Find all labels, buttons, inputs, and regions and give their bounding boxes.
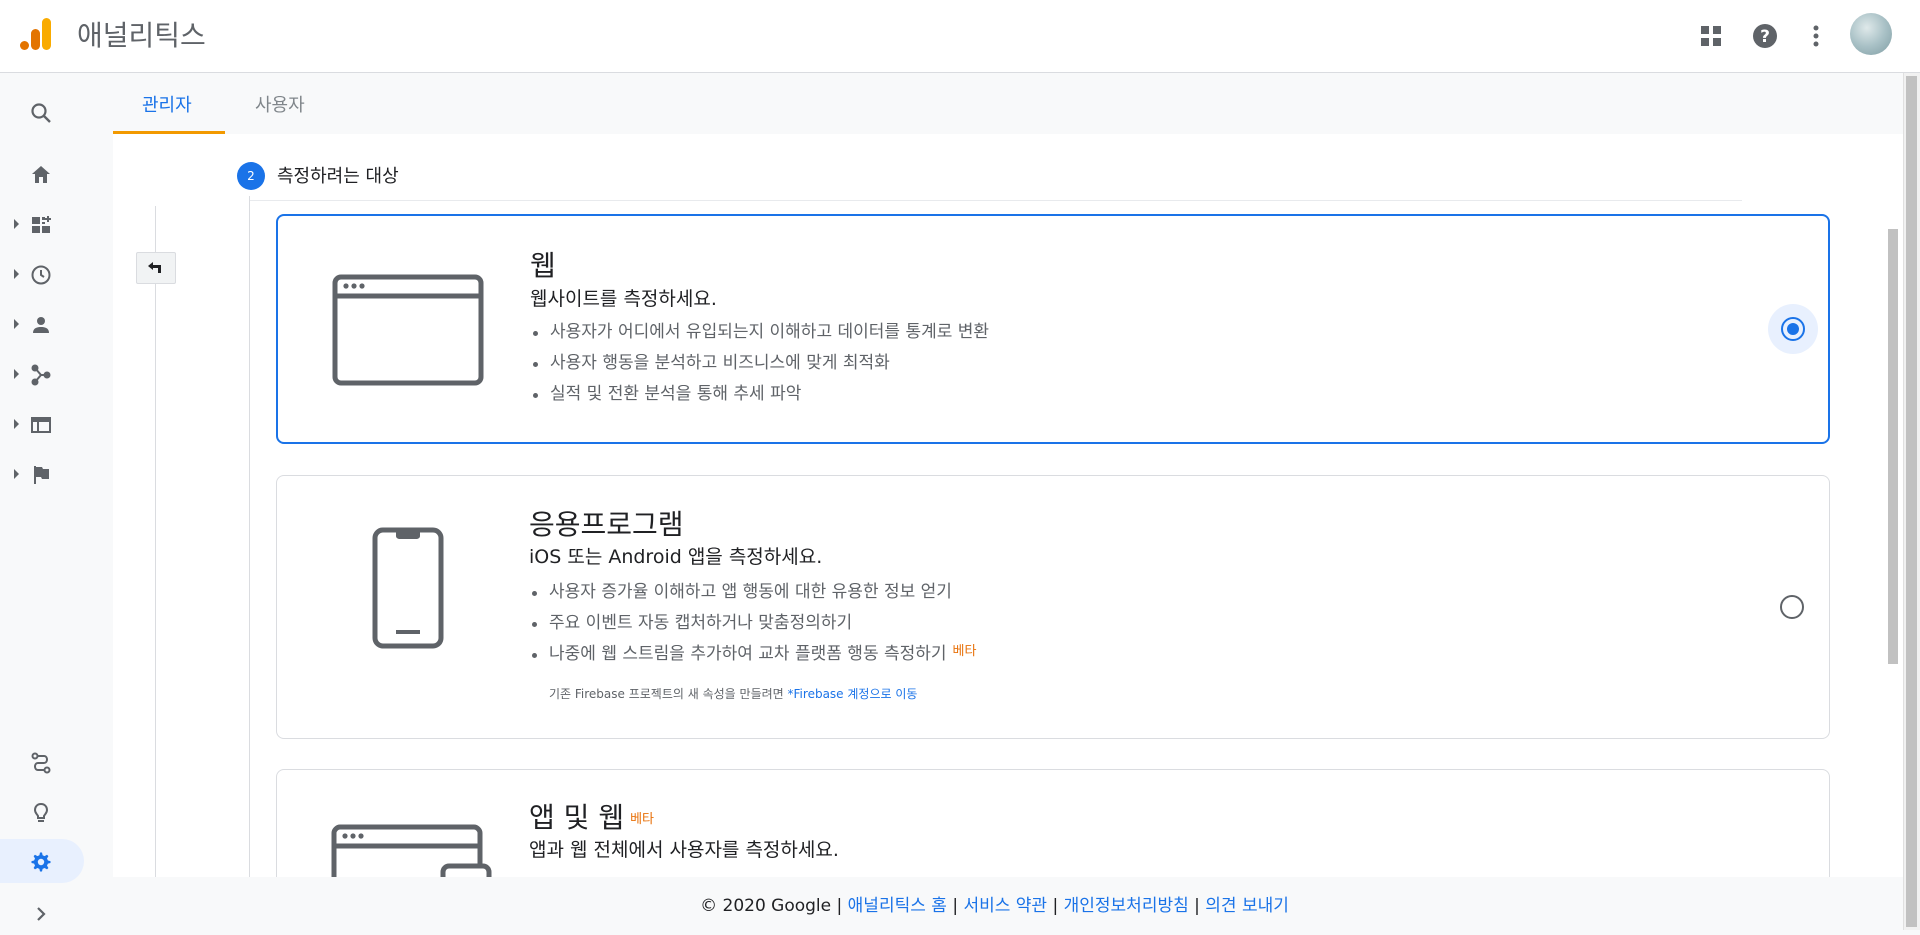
sidebar-item-conversions[interactable] <box>0 452 84 496</box>
tab-admin[interactable]: 관리자 <box>142 91 192 117</box>
footer-link-analytics-home[interactable]: 애널리틱스 홈 <box>848 896 947 916</box>
sidebar-item-discover[interactable] <box>0 790 84 834</box>
list-item: 사용자 증가율 이해하고 앱 행동에 대한 유용한 정보 얻기 <box>529 577 976 608</box>
apps-grid-icon[interactable] <box>1695 20 1727 52</box>
step-title: 측정하려는 대상 <box>277 166 399 187</box>
attribution-icon <box>31 752 51 774</box>
avatar[interactable] <box>1850 13 1892 55</box>
footer-link-feedback[interactable]: 의견 보내기 <box>1205 896 1289 916</box>
top-app-bar: 애널리틱스 ? <box>0 0 1920 73</box>
analytics-logo-icon[interactable] <box>18 16 54 52</box>
footer-separator: | <box>1194 896 1200 916</box>
list-item: 나중에 웹 스트림을 추가하여 교차 플랫폼 행동 측정하기 베타 <box>529 639 976 670</box>
radio-web[interactable] <box>1781 317 1805 341</box>
copyright-text: © 2020 Google <box>700 896 832 916</box>
expand-arrow-icon <box>14 369 19 379</box>
list-item: 주요 이벤트 자동 캡처하거나 맞춤정의하기 <box>529 608 976 639</box>
footer-separator: | <box>836 896 843 916</box>
back-button[interactable] <box>136 252 176 284</box>
footer: © 2020 Google | 애널리틱스 홈 | 서비스 약관 | 개인정보처… <box>84 877 1905 930</box>
list-item: 사용자가 어디에서 유입되는지 이해하고 데이터를 통계로 변환 <box>530 317 989 348</box>
option-bullets: 사용자 증가율 이해하고 앱 행동에 대한 유용한 정보 얻기 주요 이벤트 자… <box>529 577 976 670</box>
behavior-icon <box>31 417 51 433</box>
page-scrollbar-thumb[interactable] <box>1906 76 1917 927</box>
expand-arrow-icon <box>14 219 19 229</box>
expand-arrow-icon <box>14 269 19 279</box>
discover-lightbulb-icon <box>33 802 49 822</box>
option-subtitle: 웹사이트를 측정하세요. <box>530 288 717 310</box>
stepper-line <box>155 206 156 877</box>
admin-tabs: 관리자 사용자 <box>113 73 1905 134</box>
list-item-text: 나중에 웹 스트림을 추가하여 교차 플랫폼 행동 측정하기 <box>549 644 947 664</box>
radio-app[interactable] <box>1780 595 1804 619</box>
audience-person-icon <box>33 317 49 333</box>
divider <box>250 200 1742 201</box>
tab-user[interactable]: 사용자 <box>255 91 305 117</box>
option-title: 응용프로그램 <box>529 508 684 541</box>
app-title[interactable]: 애널리틱스 <box>77 14 206 54</box>
step-number-badge: 2 <box>237 162 265 190</box>
beta-badge: 베타 <box>952 644 977 659</box>
footer-link-terms[interactable]: 서비스 약관 <box>963 896 1047 916</box>
help-icon[interactable]: ? <box>1749 20 1781 52</box>
option-card-app[interactable]: 응용프로그램 iOS 또는 Android 앱을 측정하세요. 사용자 증가율 … <box>276 475 1830 739</box>
more-vert-icon[interactable] <box>1800 20 1832 52</box>
expand-chevron-icon <box>37 907 46 921</box>
sidebar-item-admin[interactable] <box>0 839 84 883</box>
svg-text:?: ? <box>1760 27 1770 47</box>
option-subtitle: 앱과 웹 전체에서 사용자를 측정하세요. <box>529 839 839 861</box>
note-text: 기존 Firebase 프로젝트의 새 속성을 만들려면 <box>549 687 784 701</box>
sidebar-item-audience[interactable] <box>0 302 84 346</box>
home-icon <box>32 166 50 183</box>
admin-gear-icon <box>31 852 51 872</box>
sidebar-item-customization[interactable] <box>0 202 84 246</box>
sidebar-item-attribution[interactable] <box>0 740 84 784</box>
sidebar-item-search[interactable] <box>0 90 84 134</box>
sidebar-item-behavior[interactable] <box>0 402 84 446</box>
back-arrow-icon <box>148 262 161 273</box>
expand-arrow-icon <box>14 319 19 329</box>
app-and-web-icon <box>331 824 492 877</box>
option-title: 웹 <box>530 249 556 282</box>
realtime-clock-icon <box>31 265 51 285</box>
footer-separator: | <box>1052 896 1059 916</box>
search-icon <box>31 103 51 123</box>
expand-arrow-icon <box>14 469 19 479</box>
sidebar-item-realtime[interactable] <box>0 252 84 296</box>
footer-link-privacy[interactable]: 개인정보처리방침 <box>1064 896 1189 916</box>
firebase-link[interactable]: *Firebase 계정으로 이동 <box>788 687 918 701</box>
browser-window-icon <box>332 274 484 386</box>
mobile-phone-icon <box>372 527 444 649</box>
dashboard-icon <box>32 216 51 233</box>
expand-arrow-icon <box>14 419 19 429</box>
option-subtitle: iOS 또는 Android 앱을 측정하세요. <box>529 546 823 568</box>
sidebar <box>0 73 84 930</box>
list-item: 실적 및 전환 분석을 통해 추세 파악 <box>530 379 989 410</box>
beta-badge: 베타 <box>630 812 655 827</box>
option-title: 앱 및 웹 베타 <box>529 796 654 836</box>
option-title-text: 앱 및 웹 <box>529 801 625 834</box>
option-card-app-and-web[interactable]: 앱 및 웹 베타 앱과 웹 전체에서 사용자를 측정하세요. <box>276 769 1830 877</box>
option-bullets: 사용자가 어디에서 유입되는지 이해하고 데이터를 통계로 변환 사용자 행동을… <box>530 317 989 410</box>
sidebar-item-home[interactable] <box>0 152 84 196</box>
create-property-panel: 2 측정하려는 대상 웹 웹사이트를 측정하세요. 사용자가 어디에서 유입되는… <box>113 134 1905 877</box>
firebase-note: 기존 Firebase 프로젝트의 새 속성을 만들려면 *Firebase 계… <box>549 685 917 702</box>
option-card-web[interactable]: 웹 웹사이트를 측정하세요. 사용자가 어디에서 유입되는지 이해하고 데이터를… <box>276 214 1830 444</box>
list-item: 사용자 행동을 분석하고 비즈니스에 맞게 최적화 <box>530 348 989 379</box>
conversions-flag-icon <box>34 466 49 484</box>
content-scrollbar-thumb[interactable] <box>1888 229 1898 664</box>
acquisition-icon <box>31 364 51 386</box>
sidebar-item-expand[interactable] <box>0 891 84 935</box>
step-line <box>249 196 250 877</box>
sidebar-item-acquisition[interactable] <box>0 352 84 396</box>
footer-separator: | <box>952 896 959 916</box>
